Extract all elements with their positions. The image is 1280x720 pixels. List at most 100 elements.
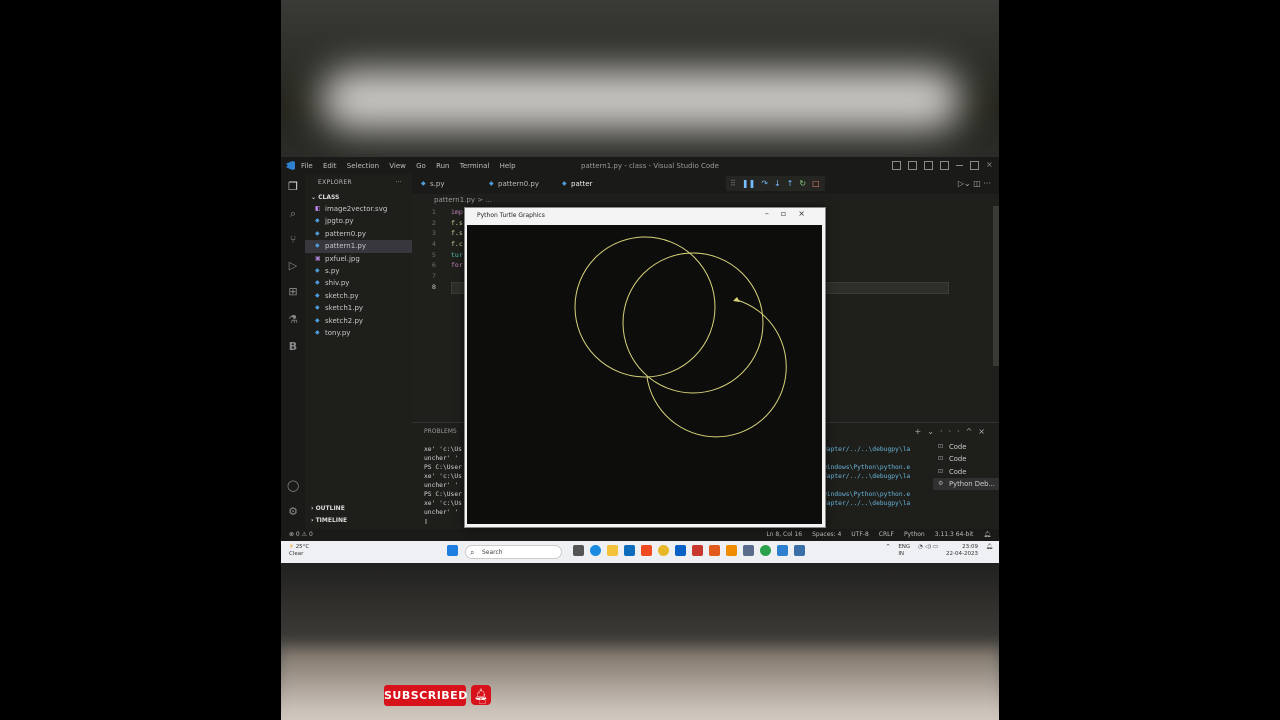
new-terminal-icon[interactable]: +⌄ <box>915 427 940 436</box>
breadcrumb[interactable]: pattern1.py > ... <box>412 194 492 206</box>
menu-view[interactable]: View <box>389 162 406 170</box>
tab-pattern0[interactable]: ◆ pattern0.py <box>484 174 539 194</box>
menu-run[interactable]: Run <box>436 162 449 170</box>
minimize-icon[interactable]: – <box>765 209 781 218</box>
more-actions-icon[interactable]: ··· <box>395 174 402 192</box>
notification-icon[interactable]: 🔔︎ <box>986 544 993 558</box>
minimize-icon[interactable] <box>956 165 963 166</box>
encoding[interactable]: UTF-8 <box>851 531 869 538</box>
file-item[interactable]: ◆ jpgto.py <box>305 215 412 227</box>
vscode-taskbar-icon[interactable] <box>777 545 788 556</box>
drag-handle-icon[interactable]: ⠿ <box>730 179 736 188</box>
maximize-panel-icon[interactable]: ^ <box>966 427 979 436</box>
search-icon[interactable]: ⌕ <box>287 208 299 220</box>
terminal-item[interactable]: ⊡ Code <box>933 466 999 478</box>
menu-edit[interactable]: Edit <box>323 162 337 170</box>
file-item-active[interactable]: ◆ pattern1.py <box>305 240 412 253</box>
close-panel-icon[interactable]: × <box>978 427 991 436</box>
close-icon[interactable]: × <box>986 161 993 169</box>
file-explorer-icon[interactable] <box>607 545 618 556</box>
turtle-canvas[interactable] <box>467 225 822 524</box>
restart-icon[interactable]: ↻ <box>799 179 806 188</box>
run-debug-icon[interactable]: ▷ <box>287 260 299 272</box>
indentation[interactable]: Spaces: 4 <box>812 531 841 538</box>
interpreter-version[interactable]: 3.11.3 64-bit <box>935 531 974 538</box>
folder-class[interactable]: ⌄ CLASS <box>305 192 412 203</box>
language-mode[interactable]: Python <box>904 531 925 538</box>
step-over-icon[interactable]: ↷ <box>761 179 768 188</box>
split-editor-icon[interactable]: ◫ <box>973 179 981 188</box>
store-icon[interactable] <box>675 545 686 556</box>
chevron-up-icon[interactable]: ^ <box>886 544 891 558</box>
file-item[interactable]: ◆ shiv.py <box>305 277 412 289</box>
more-icon[interactable]: ··· <box>983 179 991 188</box>
chrome-profile-icon[interactable] <box>760 545 771 556</box>
b-extension-icon[interactable]: B <box>287 341 299 353</box>
editor-scrollbar[interactable] <box>993 206 999 366</box>
weather-widget[interactable]: ☀ 25°C Clear <box>289 544 309 558</box>
layout-secondary-icon[interactable] <box>924 161 933 170</box>
step-out-icon[interactable]: ↑ <box>787 179 794 188</box>
maximize-icon[interactable] <box>970 161 979 170</box>
language-indicator[interactable]: ENG IN <box>898 544 910 558</box>
brave-icon[interactable] <box>641 545 652 556</box>
vlc-icon[interactable] <box>726 545 737 556</box>
menu-terminal[interactable]: Terminal <box>460 162 490 170</box>
settings-icon[interactable] <box>743 545 754 556</box>
layout-panel-icon[interactable] <box>908 161 917 170</box>
terminal-output[interactable]: xe' 'c:\Us uncher' ' PS C:\User xe' 'c:\… <box>424 445 462 526</box>
testing-icon[interactable]: ⚗ <box>287 314 299 326</box>
file-item[interactable]: ◆ pattern0.py <box>305 228 412 240</box>
notifications-bell-icon[interactable]: 🔔︎ <box>983 531 991 538</box>
extensions-icon[interactable]: ⊞ <box>287 286 299 298</box>
terminal-item[interactable]: ⊡ Code <box>933 441 999 453</box>
stop-icon[interactable]: □ <box>812 179 820 188</box>
pause-icon[interactable]: ❚❚ <box>742 179 755 188</box>
file-item[interactable]: ◆ sketch.py <box>305 290 412 302</box>
source-control-icon[interactable]: ⑂ <box>287 234 299 246</box>
explorer-icon[interactable]: ❐ <box>287 181 299 193</box>
file-item[interactable]: ◧ image2vector.svg <box>305 203 412 215</box>
run-icon[interactable]: ▷⌄ <box>958 179 971 188</box>
chrome-icon[interactable] <box>658 545 669 556</box>
outline-section[interactable]: › OUTLINE <box>305 503 345 515</box>
layout-sidebar-icon[interactable] <box>892 161 901 170</box>
cursor-position[interactable]: Ln 8, Col 16 <box>766 531 802 538</box>
account-icon[interactable]: ◯ <box>287 480 299 492</box>
tab-problems[interactable]: PROBLEMS <box>424 428 457 435</box>
file-item[interactable]: ▣ pxfuel.jpg <box>305 253 412 265</box>
close-icon[interactable]: × <box>798 209 817 218</box>
office-icon[interactable] <box>692 545 703 556</box>
terminal-item-active[interactable]: ⚙ Python Deb... <box>933 477 999 491</box>
menu-file[interactable]: File <box>301 162 313 170</box>
terminal-item[interactable]: ⊡ Code <box>933 453 999 465</box>
network-volume-icon[interactable]: ◔ ◁) ▭ <box>918 544 938 558</box>
task-view-icon[interactable] <box>573 545 584 556</box>
clock[interactable]: 23:09 22-04-2023 <box>946 544 978 558</box>
menu-go[interactable]: Go <box>416 162 426 170</box>
file-item[interactable]: ◆ sketch1.py <box>305 302 412 314</box>
maximize-icon[interactable]: ▫ <box>781 209 798 218</box>
step-into-icon[interactable]: ↓ <box>774 179 781 188</box>
tab-pattern1[interactable]: ◆ patter <box>557 174 592 194</box>
settings-gear-icon[interactable]: ⚙ <box>287 506 299 518</box>
line-ending[interactable]: CRLF <box>879 531 894 538</box>
menu-help[interactable]: Help <box>500 162 516 170</box>
timeline-section[interactable]: › TIMELINE <box>305 515 347 527</box>
panel-more-icon[interactable]: ··· <box>940 427 966 436</box>
menu-selection[interactable]: Selection <box>347 162 379 170</box>
edge-icon[interactable] <box>590 545 601 556</box>
problems-count[interactable]: ⊗ 0 ⚠ 0 <box>289 531 313 538</box>
start-icon[interactable] <box>447 545 458 556</box>
python-window-icon[interactable] <box>794 545 805 556</box>
tab-s-py[interactable]: ◆ s.py <box>416 174 444 194</box>
file-item[interactable]: ◆ sketch2.py <box>305 315 412 327</box>
file-item[interactable]: ◆ s.py <box>305 265 412 277</box>
subscribed-button[interactable]: SUBSCRIBED <box>384 685 467 706</box>
file-item[interactable]: ◆ tony.py <box>305 327 412 339</box>
python-file-icon: ◆ <box>489 180 494 187</box>
customize-layout-icon[interactable] <box>940 161 949 170</box>
wps-icon[interactable] <box>709 545 720 556</box>
mail-icon[interactable] <box>624 545 635 556</box>
taskbar-search[interactable]: ⌕ Search <box>465 545 562 559</box>
